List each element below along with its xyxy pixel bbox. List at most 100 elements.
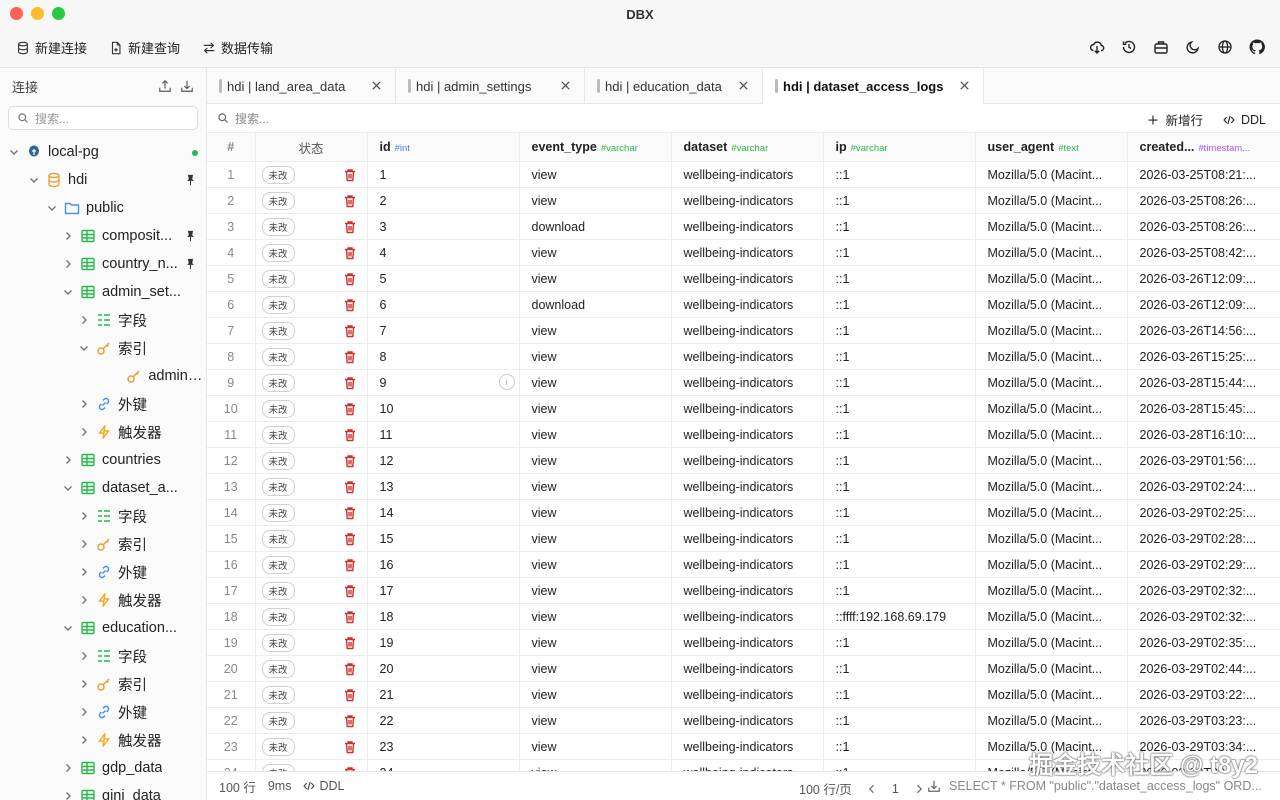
table-row[interactable]: 19 未改 19 view wellbeing-indicators::1 Mozilla…	[207, 629, 1280, 656]
trash-icon[interactable]	[343, 610, 357, 624]
cloud-download-icon[interactable]	[1088, 38, 1106, 56]
table-cell[interactable]: view	[519, 681, 672, 708]
table-cell[interactable]: view	[519, 629, 672, 656]
add-row-button[interactable]: 新增行	[1147, 110, 1203, 129]
table-cell[interactable]: view	[519, 161, 672, 188]
table-cell[interactable]: view	[519, 395, 672, 422]
table-cell[interactable]: 2026-03-25T08:26:...	[1127, 213, 1280, 240]
ddl-button[interactable]: DDL	[1223, 110, 1266, 129]
table-cell[interactable]: view	[519, 733, 672, 760]
table-cell[interactable]: 2026-03-25T08:21:...	[1127, 161, 1280, 188]
table-cell[interactable]: 2026-03-25T08:26:...	[1127, 187, 1280, 214]
trash-icon[interactable]	[343, 506, 357, 520]
table-cell[interactable]: wellbeing-indicators	[671, 213, 824, 240]
table-cell[interactable]: ::1	[823, 187, 976, 214]
table-cell[interactable]: 1	[367, 161, 520, 188]
table-cell[interactable]: 2026-03-29T02:29:...	[1127, 551, 1280, 578]
pin-icon[interactable]	[185, 230, 196, 242]
close-icon[interactable]	[370, 79, 383, 92]
chevron-right-icon[interactable]	[78, 706, 90, 718]
column-header[interactable]: event_type #varchar	[519, 132, 672, 162]
table-cell[interactable]: 2026-03-29T02:44:...	[1127, 655, 1280, 682]
table-cell[interactable]: view	[519, 577, 672, 604]
chevron-right-icon[interactable]	[78, 510, 90, 522]
table-cell[interactable]: Mozilla/5.0 (Macint...	[975, 265, 1128, 292]
trash-icon[interactable]	[343, 584, 357, 598]
table-cell[interactable]: view	[519, 421, 672, 448]
table-cell[interactable]: 10	[367, 395, 520, 422]
dark-mode-icon[interactable]	[1184, 38, 1202, 56]
trash-icon[interactable]	[343, 454, 357, 468]
table-cell[interactable]: wellbeing-indicators	[671, 343, 824, 370]
table-cell[interactable]: 14	[367, 499, 520, 526]
table-cell[interactable]: 2026-03-29T02:32:...	[1127, 603, 1280, 630]
table-cell[interactable]: ::1	[823, 161, 976, 188]
table-cell[interactable]: wellbeing-indicators	[671, 161, 824, 188]
chevron-down-icon[interactable]	[8, 146, 20, 158]
table-cell[interactable]: 13	[367, 473, 520, 500]
table-cell[interactable]: ::1	[823, 395, 976, 422]
tab-3[interactable]: hdi | dataset_access_logs	[763, 68, 984, 104]
table-cell[interactable]: Mozilla/5.0 (Macint...	[975, 655, 1128, 682]
new-connection-button[interactable]: 新建连接	[16, 38, 87, 57]
table-cell[interactable]: 11	[367, 421, 520, 448]
trash-icon[interactable]	[343, 220, 357, 234]
page-size-select[interactable]: 100 行/页	[799, 779, 852, 798]
tree-item[interactable]: admin_s...	[0, 362, 206, 390]
zoom-window-button[interactable]	[52, 7, 65, 20]
table-row[interactable]: 12 未改 12 view wellbeing-indicators::1 Mozilla…	[207, 447, 1280, 474]
table-cell[interactable]: view	[519, 603, 672, 630]
table-cell[interactable]: ::1	[823, 655, 976, 682]
table-row[interactable]: 13 未改 13 view wellbeing-indicators::1 Mozilla…	[207, 473, 1280, 500]
table-cell[interactable]: 7	[367, 317, 520, 344]
data-transfer-button[interactable]: 数据传输	[202, 38, 273, 57]
table-cell[interactable]: ::1	[823, 213, 976, 240]
chevron-right-icon[interactable]	[62, 454, 74, 466]
tree-item[interactable]: 外键	[0, 558, 206, 586]
table-row[interactable]: 10 未改 10 view wellbeing-indicators::1 Mozilla…	[207, 395, 1280, 422]
table-cell[interactable]: 2026-03-28T16:10:...	[1127, 421, 1280, 448]
current-page[interactable]: 1	[892, 782, 899, 796]
table-cell[interactable]: Mozilla/5.0 (Macint...	[975, 577, 1128, 604]
table-cell[interactable]: 17	[367, 577, 520, 604]
table-cell[interactable]: wellbeing-indicators	[671, 603, 824, 630]
pin-icon[interactable]	[185, 174, 196, 186]
table-cell[interactable]: Mozilla/5.0 (Macint...	[975, 213, 1128, 240]
chevron-right-icon[interactable]	[78, 650, 90, 662]
minimize-window-button[interactable]	[31, 7, 44, 20]
column-header[interactable]: created... #timestam...	[1127, 132, 1280, 162]
chevron-right-icon[interactable]	[62, 762, 74, 774]
table-row[interactable]: 18 未改 18 view wellbeing-indicators::ffff:192…	[207, 603, 1280, 630]
table-cell[interactable]: Mozilla/5.0 (Macint...	[975, 525, 1128, 552]
tree-item[interactable]: gdp_data	[0, 754, 206, 782]
table-cell[interactable]: Mozilla/5.0 (Macint...	[975, 187, 1128, 214]
table-row[interactable]: 1 未改 1 view wellbeing-indicators::1 Mozilla/5…	[207, 161, 1280, 188]
table-cell[interactable]: 16	[367, 551, 520, 578]
table-cell[interactable]: ::1	[823, 551, 976, 578]
tab-1[interactable]: hdi | admin_settings	[396, 68, 585, 104]
table-cell[interactable]: 8	[367, 343, 520, 370]
chevron-right-icon[interactable]	[78, 314, 90, 326]
download-icon[interactable]	[180, 79, 194, 93]
tree-item[interactable]: 字段	[0, 306, 206, 334]
chevron-right-icon[interactable]	[62, 790, 74, 800]
globe-icon[interactable]	[1216, 38, 1234, 56]
github-icon[interactable]	[1248, 38, 1266, 56]
table-cell[interactable]: ::ffff:192.168.69.179	[823, 603, 976, 630]
export-icon[interactable]	[927, 779, 941, 793]
tab-0[interactable]: hdi | land_area_data	[207, 68, 396, 104]
tree-item[interactable]: 索引	[0, 670, 206, 698]
table-row[interactable]: 14 未改 14 view wellbeing-indicators::1 Mozilla…	[207, 499, 1280, 526]
history-icon[interactable]	[1120, 38, 1138, 56]
tree-item[interactable]: composit...	[0, 222, 206, 250]
close-icon[interactable]	[958, 79, 971, 92]
trash-icon[interactable]	[343, 532, 357, 546]
table-cell[interactable]: 2026-03-26T14:56:...	[1127, 317, 1280, 344]
column-header[interactable]: ip #varchar	[823, 132, 976, 162]
table-cell[interactable]: wellbeing-indicators	[671, 655, 824, 682]
table-row[interactable]: 7 未改 7 view wellbeing-indicators::1 Mozilla/5…	[207, 317, 1280, 344]
table-cell[interactable]: wellbeing-indicators	[671, 473, 824, 500]
close-window-button[interactable]	[10, 7, 23, 20]
trash-icon[interactable]	[343, 740, 357, 754]
table-cell[interactable]: ::1	[823, 291, 976, 318]
